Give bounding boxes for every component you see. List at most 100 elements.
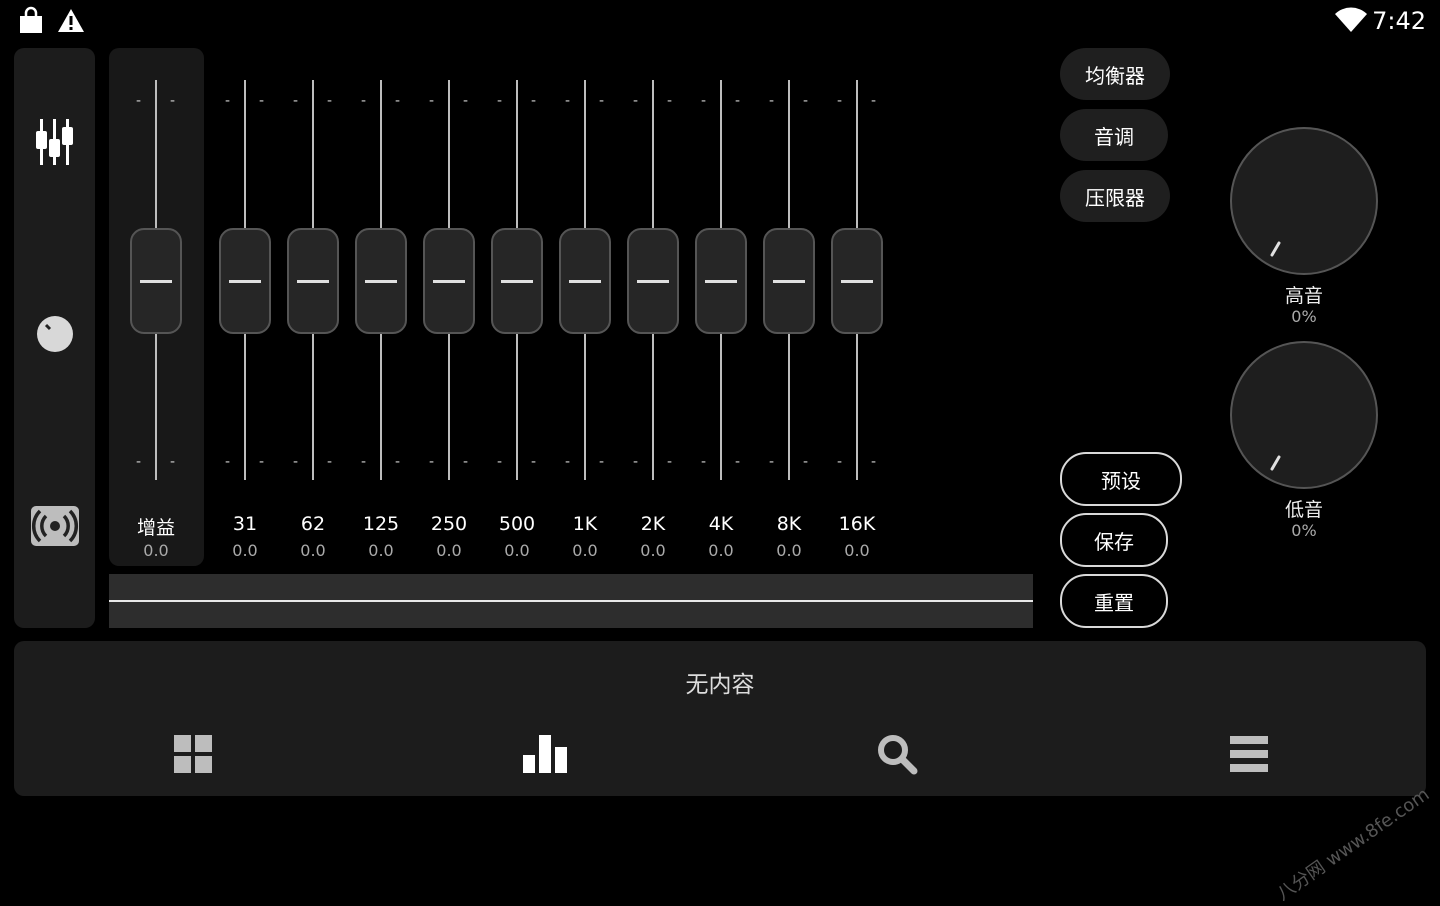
band-slider-125: - - - - 125 0.0 — [347, 80, 415, 570]
band-slider-handle[interactable] — [695, 228, 747, 334]
tab-limiter[interactable]: 压限器 — [1060, 170, 1170, 222]
gain-slider: - - - - 增益 0.0 — [122, 80, 190, 570]
band-value: 0.0 — [708, 541, 734, 560]
band-value: 0.0 — [300, 541, 326, 560]
tick-mark: - — [463, 454, 469, 470]
band-value: 0.0 — [232, 541, 258, 560]
grid-icon — [174, 735, 212, 777]
search-button[interactable] — [867, 729, 927, 783]
tick-mark: - — [735, 454, 741, 470]
tick-mark: - — [565, 93, 571, 109]
band-freq-label: 250 — [430, 513, 468, 535]
band-value: 0.0 — [776, 541, 802, 560]
band-freq-label: 62 — [300, 513, 326, 535]
band-freq-label: 8K — [776, 513, 802, 535]
tick-mark: - — [599, 454, 605, 470]
nav-tone-button[interactable] — [14, 306, 95, 366]
equalizer-view-button[interactable] — [515, 729, 575, 783]
save-button[interactable]: 保存 — [1060, 513, 1168, 567]
tick-mark: - — [667, 93, 673, 109]
band-slider-4k: - - - - 4K 0.0 — [687, 80, 755, 570]
band-freq-label: 16K — [838, 513, 876, 535]
band-freq-label: 125 — [362, 513, 400, 535]
library-grid-button[interactable] — [163, 729, 223, 783]
band-slider-handle[interactable] — [423, 228, 475, 334]
wifi-icon — [1334, 6, 1368, 38]
tick-mark: - — [293, 93, 299, 109]
gain-label: 增益 — [136, 517, 175, 539]
tick-mark: - — [599, 93, 605, 109]
band-slider-handle[interactable] — [627, 228, 679, 334]
tick-mark: - — [531, 454, 537, 470]
tick-mark: - — [361, 93, 367, 109]
treble-value: 0% — [1291, 307, 1317, 326]
band-value: 0.0 — [504, 541, 530, 560]
bass-value: 0% — [1291, 521, 1317, 540]
tick-mark: - — [565, 454, 571, 470]
tick-mark: - — [871, 454, 877, 470]
tick-mark: - — [429, 93, 435, 109]
tick-mark: - — [225, 93, 231, 109]
band-slider-handle[interactable] — [831, 228, 883, 334]
knob-icon — [35, 314, 75, 358]
tab-equalizer[interactable]: 均衡器 — [1060, 48, 1170, 100]
tick-mark: - — [497, 93, 503, 109]
band-slider-31: - - - - 31 0.0 — [211, 80, 279, 570]
tick-mark: - — [395, 93, 401, 109]
menu-button[interactable] — [1219, 729, 1279, 783]
gain-slider-handle[interactable] — [130, 228, 182, 334]
shopping-bag-icon — [16, 6, 46, 40]
nav-equalizer-button[interactable] — [14, 114, 95, 174]
band-slider-handle[interactable] — [355, 228, 407, 334]
band-slider-handle[interactable] — [491, 228, 543, 334]
tick-mark: - — [259, 93, 265, 109]
band-slider-2k: - - - - 2K 0.0 — [619, 80, 687, 570]
search-icon — [876, 733, 918, 779]
tick-mark: - — [667, 454, 673, 470]
tick-mark: - — [395, 454, 401, 470]
tick-mark: - — [871, 93, 877, 109]
warning-icon — [56, 6, 86, 40]
tick-mark: - — [170, 93, 176, 109]
band-freq-label: 2K — [640, 513, 666, 535]
tick-mark: - — [361, 454, 367, 470]
band-slider-handle[interactable] — [763, 228, 815, 334]
tick-mark: - — [225, 454, 231, 470]
tick-mark: - — [701, 93, 707, 109]
response-curve-line — [109, 600, 1033, 602]
band-value: 0.0 — [640, 541, 666, 560]
treble-label: 高音 — [1284, 285, 1323, 307]
response-curve — [109, 574, 1033, 628]
band-freq-label: 1K — [572, 513, 598, 535]
reset-button[interactable]: 重置 — [1060, 574, 1168, 628]
bass-dial[interactable] — [1230, 341, 1378, 489]
nav-surround-button[interactable] — [14, 498, 95, 558]
tick-mark: - — [293, 454, 299, 470]
tick-mark: - — [633, 454, 639, 470]
surround-speaker-icon — [30, 505, 80, 551]
tick-mark: - — [531, 93, 537, 109]
band-slider-handle[interactable] — [219, 228, 271, 334]
tick-mark: - — [837, 454, 843, 470]
band-slider-handle[interactable] — [559, 228, 611, 334]
menu-icon — [1230, 736, 1268, 776]
tab-tone[interactable]: 音调 — [1060, 109, 1168, 161]
band-value: 0.0 — [368, 541, 394, 560]
equalizer-sliders-icon — [35, 119, 75, 169]
tick-mark: - — [803, 454, 809, 470]
preset-button[interactable]: 预设 — [1060, 452, 1182, 506]
band-slider-250: - - - - 250 0.0 — [415, 80, 483, 570]
tick-mark: - — [837, 93, 843, 109]
tick-mark: - — [769, 93, 775, 109]
watermark: 八分网 www.8fe.com — [1273, 783, 1434, 905]
bass-label: 低音 — [1284, 499, 1323, 521]
tick-mark: - — [136, 93, 142, 109]
band-slider-8k: - - - - 8K 0.0 — [755, 80, 823, 570]
band-slider-500: - - - - 500 0.0 — [483, 80, 551, 570]
tick-mark: - — [769, 454, 775, 470]
tick-mark: - — [497, 454, 503, 470]
band-slider-handle[interactable] — [287, 228, 339, 334]
tick-mark: - — [633, 93, 639, 109]
tick-mark: - — [170, 454, 176, 470]
treble-dial[interactable] — [1230, 127, 1378, 275]
